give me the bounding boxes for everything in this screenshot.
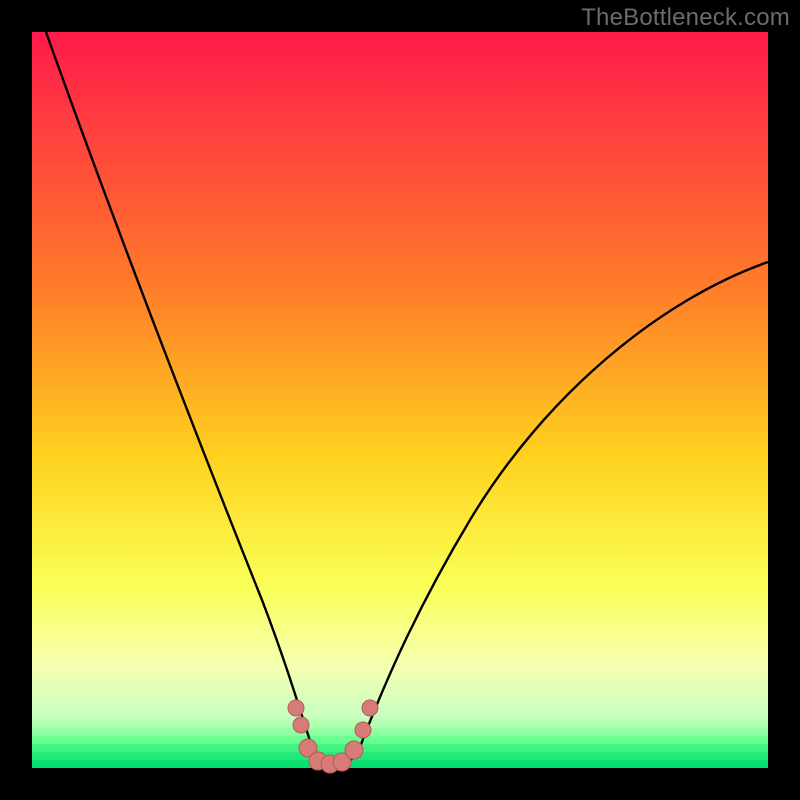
plot-background [32, 32, 768, 768]
watermark-text: TheBottleneck.com [581, 4, 790, 32]
chart-svg [0, 0, 800, 800]
green-bands [32, 720, 768, 768]
chart-frame: TheBottleneck.com [0, 0, 800, 800]
